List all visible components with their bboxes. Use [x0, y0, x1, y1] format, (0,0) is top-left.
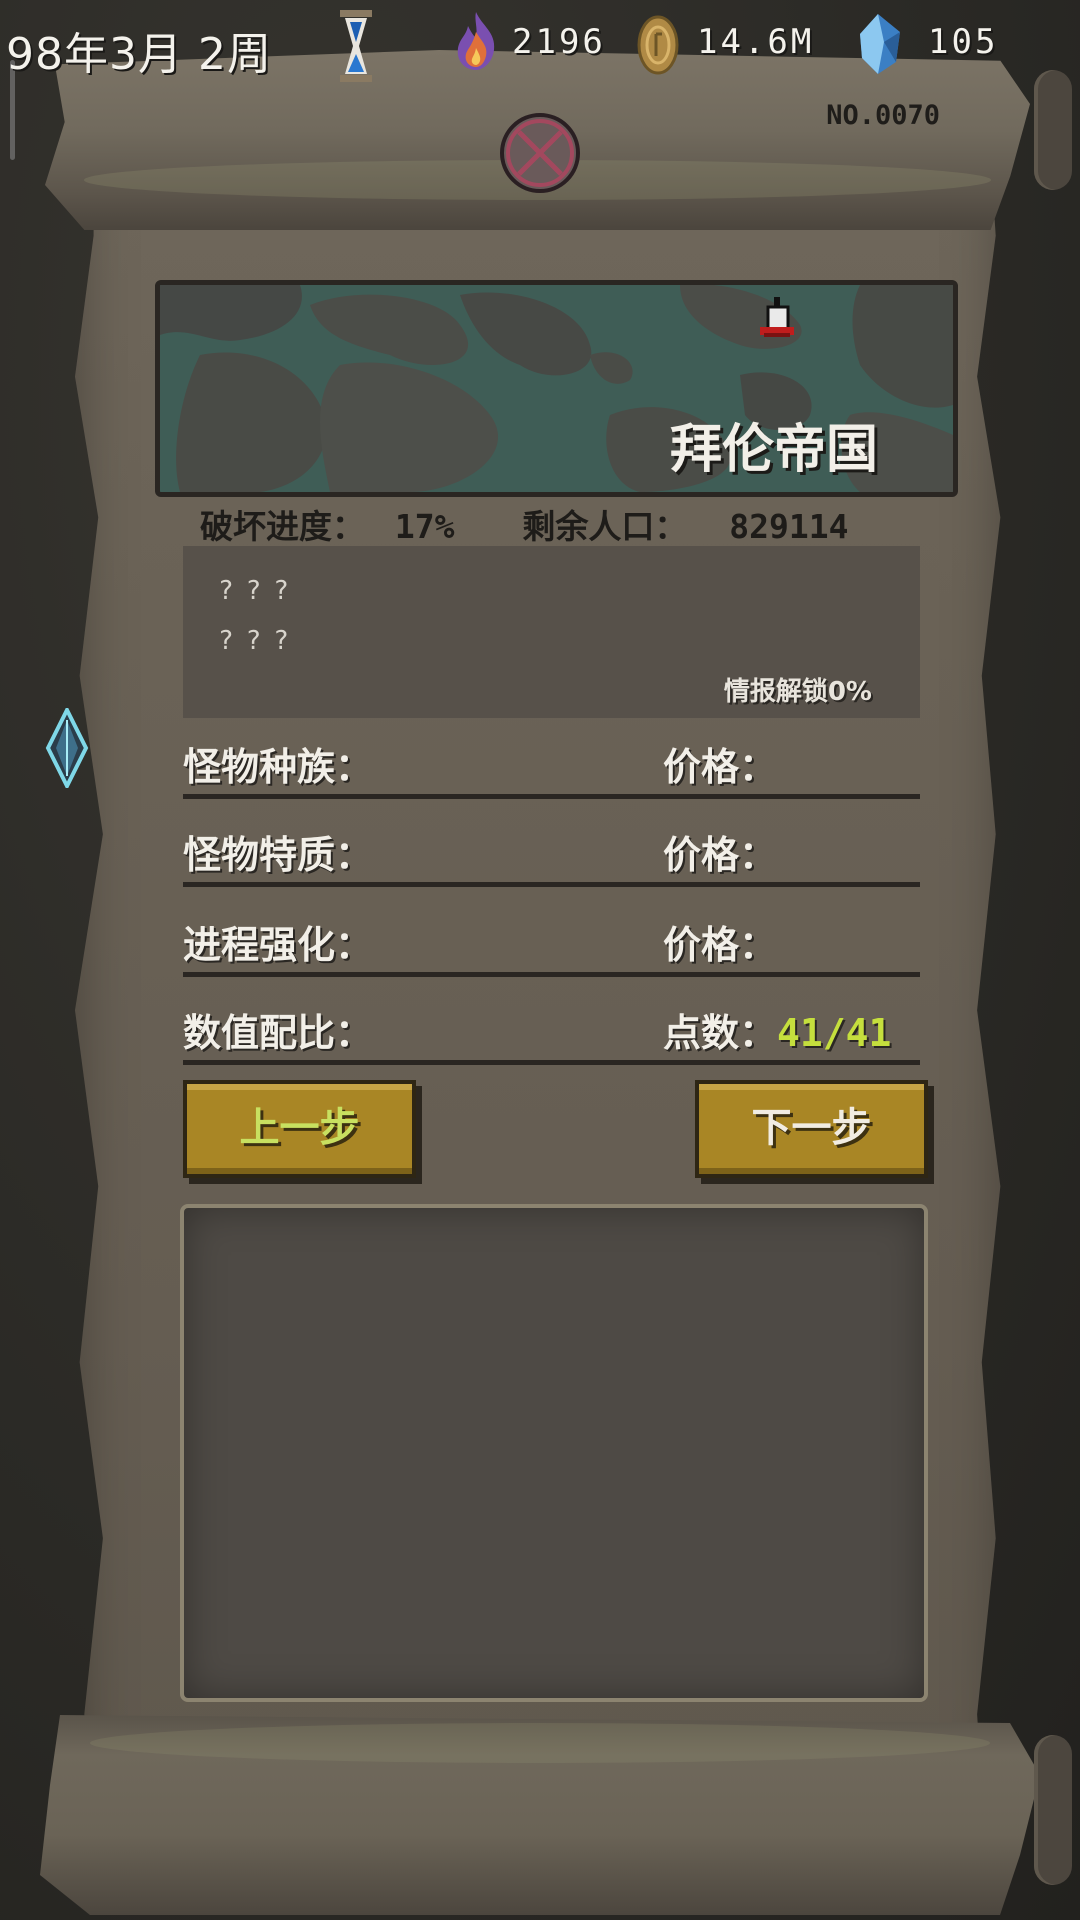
- intel-unlock-progress: 情报解锁0%: [723, 677, 872, 707]
- intel-line-2: ???: [218, 626, 301, 656]
- fire-value: 2196: [512, 22, 606, 62]
- stat-allocation-label: 数值配比：: [183, 1011, 374, 1055]
- process-enhance-price-label: 价格：: [663, 923, 778, 967]
- scroll-bottom-roll-end: [1034, 1735, 1072, 1885]
- previous-step-button[interactable]: 上一步: [183, 1080, 416, 1178]
- destroy-progress-value: 17%: [394, 507, 455, 546]
- scroll-serial-number: NO.0070: [826, 100, 940, 131]
- monster-race-label: 怪物种族：: [183, 745, 374, 789]
- game-date: 98年3月 2周: [6, 29, 272, 80]
- detail-panel: [180, 1204, 928, 1702]
- game-screen: 98年3月 2周 2196 14.6M 105 NO.0070 拜伦帝国 破坏进…: [0, 0, 1080, 1920]
- gold-value: 14.6M: [697, 22, 815, 62]
- process-enhance-label: 进程强化：: [183, 923, 374, 967]
- stat-allocation-row[interactable]: 数值配比： 点数：41/41: [183, 988, 920, 1065]
- population-label: 剩余人口：: [522, 507, 688, 546]
- monster-trait-label: 怪物特质：: [183, 833, 374, 877]
- fire-icon: [457, 12, 495, 70]
- intel-line-1: ???: [218, 576, 301, 606]
- monster-race-row[interactable]: 怪物种族： 价格：: [183, 722, 920, 799]
- destroy-progress-label: 破坏进度：: [200, 507, 365, 546]
- kingdom-name: 拜伦帝国: [669, 420, 878, 480]
- kingdom-stats: 破坏进度： 17% 剩余人口： 829114: [200, 500, 920, 548]
- monster-race-price-label: 价格：: [663, 745, 778, 789]
- population-value: 829114: [729, 507, 849, 546]
- next-step-button[interactable]: 下一步: [695, 1080, 928, 1178]
- crystal-value: 105: [928, 22, 999, 62]
- crossed-seal-icon: [500, 113, 580, 193]
- gold-coin-icon: [637, 15, 679, 75]
- scroll-bottom-roll: [40, 1715, 1040, 1915]
- kingdom-map[interactable]: 拜伦帝国: [155, 280, 958, 497]
- points-label: 点数：41/41: [663, 1011, 892, 1055]
- side-crystal-icon[interactable]: [44, 708, 90, 788]
- crystal-icon: [860, 14, 900, 74]
- process-enhance-row[interactable]: 进程强化： 价格：: [183, 900, 920, 977]
- monster-trait-row[interactable]: 怪物特质： 价格：: [183, 810, 920, 887]
- hourglass-icon: [340, 10, 372, 82]
- intel-box: ??? ??? 情报解锁0%: [183, 546, 920, 718]
- monster-trait-price-label: 价格：: [663, 833, 778, 877]
- top-hud: 98年3月 2周 2196 14.6M 105: [0, 0, 1080, 160]
- points-value: 41/41: [777, 1011, 892, 1055]
